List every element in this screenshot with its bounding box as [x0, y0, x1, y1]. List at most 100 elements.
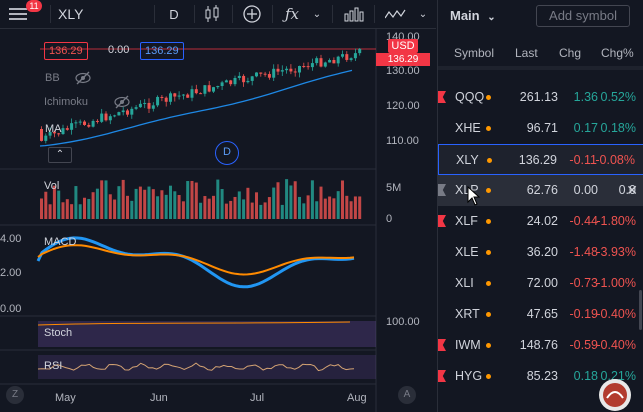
row-chgp: -0.08%: [595, 153, 635, 167]
candle-body: [255, 72, 258, 77]
more-dropdown[interactable]: ⌄: [412, 0, 434, 28]
candle-body: [319, 58, 323, 67]
macd-axis-label: 0.00: [0, 303, 22, 315]
watchlist-scrollbar[interactable]: [639, 290, 642, 330]
watchlist-name[interactable]: Main ⌄: [450, 8, 496, 23]
volume-bar: [104, 180, 108, 219]
volume-bar: [349, 201, 353, 219]
watchlist-row[interactable]: XLF 24.02 -0.44 -1.80%: [438, 206, 643, 237]
candle-body: [233, 77, 237, 85]
rsi-band: [38, 355, 376, 379]
interval-button[interactable]: D: [160, 0, 188, 28]
candle-body: [285, 68, 289, 71]
row-symbol: XLF: [455, 214, 478, 228]
candle-body: [108, 116, 112, 121]
sell-price-box[interactable]: 136.29: [44, 42, 88, 60]
watchlist-row[interactable]: XLE 36.20 -1.48 -3.93%: [438, 237, 643, 268]
volume-bar: [95, 188, 99, 219]
stoch-band: [38, 321, 376, 347]
flag-icon[interactable]: [438, 184, 446, 196]
volume-bar: [323, 198, 327, 219]
volume-bar: [220, 189, 224, 219]
chart-area[interactable]: 136.29 0.00 136.29 BB Ichimoku MA ⌃ D Vo…: [0, 29, 430, 412]
flag-icon[interactable]: [438, 215, 446, 227]
eye-hidden-icon[interactable]: [113, 95, 131, 109]
timezone-button[interactable]: Z: [6, 386, 24, 404]
volume-bar: [65, 199, 69, 219]
candle-body: [194, 89, 198, 94]
compare-button[interactable]: [238, 0, 266, 28]
price-axis-label: 120.00: [386, 100, 420, 112]
candle-body: [113, 115, 117, 117]
column-symbol[interactable]: Symbol: [454, 46, 494, 60]
column-chg[interactable]: Chg: [559, 46, 581, 60]
stoch-indicator-label[interactable]: Stoch: [44, 327, 72, 339]
currency-label[interactable]: USD: [388, 39, 418, 53]
row-symbol: IWM: [455, 338, 481, 352]
volume-bar: [57, 190, 61, 219]
candle-body: [74, 122, 78, 124]
candle-body: [78, 121, 82, 123]
eye-hidden-icon[interactable]: [74, 71, 92, 85]
watchlist-row[interactable]: XRT 47.65 -0.19 -0.40%: [438, 299, 643, 330]
flag-icon[interactable]: [438, 339, 446, 351]
flag-icon[interactable]: [438, 91, 446, 103]
clipped-row: [438, 64, 643, 74]
candle-body: [151, 105, 155, 109]
chevron-down-icon: ⌄: [418, 8, 428, 20]
chart-type-button[interactable]: [198, 0, 226, 28]
candle-body: [40, 129, 43, 141]
symbol-search-button[interactable]: XLY: [58, 0, 118, 28]
row-last: 36.20: [526, 245, 558, 259]
chart-canvas[interactable]: [0, 29, 430, 412]
indicators-dropdown[interactable]: ⌄: [310, 0, 324, 28]
dividend-marker[interactable]: D: [215, 141, 239, 165]
volume-bar: [293, 181, 297, 219]
volume-bar: [130, 200, 134, 219]
row-last: 136.29: [518, 153, 557, 167]
auto-scale-button[interactable]: A: [398, 386, 416, 404]
column-last[interactable]: Last: [515, 46, 538, 60]
volume-bar: [272, 187, 276, 219]
time-axis-label: May: [55, 392, 76, 404]
volume-bar: [173, 191, 177, 219]
watchlist-row[interactable]: XLY 136.29 -0.11 -0.08%: [438, 144, 643, 175]
volume-bar: [319, 186, 323, 219]
indicators-button[interactable]: ƒx: [278, 0, 306, 28]
column-chgp[interactable]: Chg%: [601, 46, 634, 60]
price-axis-label: 130.00: [386, 65, 420, 77]
avatar-logo-icon: [599, 379, 631, 411]
macd-indicator-label[interactable]: MACD: [44, 236, 76, 248]
candle-body: [169, 93, 172, 102]
remove-icon[interactable]: ✕: [626, 175, 638, 206]
vol-indicator-label[interactable]: Vol: [44, 180, 59, 192]
add-symbol-button[interactable]: Add symbol: [536, 5, 630, 27]
ma-indicator-label[interactable]: MA: [45, 123, 62, 135]
templates-button[interactable]: [340, 0, 368, 28]
watchlist-row[interactable]: QQQ 261.13 1.36 0.52%: [438, 82, 643, 113]
row-symbol: XLI: [455, 276, 474, 290]
price-axis-label: 110.00: [386, 135, 419, 147]
watchlist-row[interactable]: IWM 148.76 -0.59 -0.40%: [438, 330, 643, 361]
volume-bar: [126, 195, 129, 219]
bb-indicator-label[interactable]: BB: [45, 72, 60, 84]
watchlist-row[interactable]: XLI 72.00 -0.73 -1.00%: [438, 268, 643, 299]
row-chgp: -3.93%: [596, 245, 636, 259]
row-chg: 0.00: [573, 183, 598, 197]
candle-body: [328, 60, 332, 63]
candle-body: [336, 56, 340, 64]
candle-body: [173, 93, 177, 97]
ichimoku-indicator-label[interactable]: Ichimoku: [44, 96, 88, 108]
alert-button[interactable]: [382, 0, 410, 28]
buy-price-box[interactable]: 136.29: [140, 42, 184, 60]
watchlist-row[interactable]: XHE 96.71 0.17 0.18%: [438, 113, 643, 144]
row-last: 62.76: [526, 183, 558, 197]
candle-body: [100, 113, 104, 122]
rsi-indicator-label[interactable]: RSI: [44, 360, 62, 372]
volume-bar: [302, 203, 306, 219]
collapse-legend-button[interactable]: ⌃: [48, 147, 72, 163]
flag-icon[interactable]: [438, 370, 446, 382]
volume-bar: [203, 196, 207, 219]
watchlist-header: Symbol Last Chg Chg%: [438, 42, 643, 64]
volume-bar: [74, 186, 78, 219]
